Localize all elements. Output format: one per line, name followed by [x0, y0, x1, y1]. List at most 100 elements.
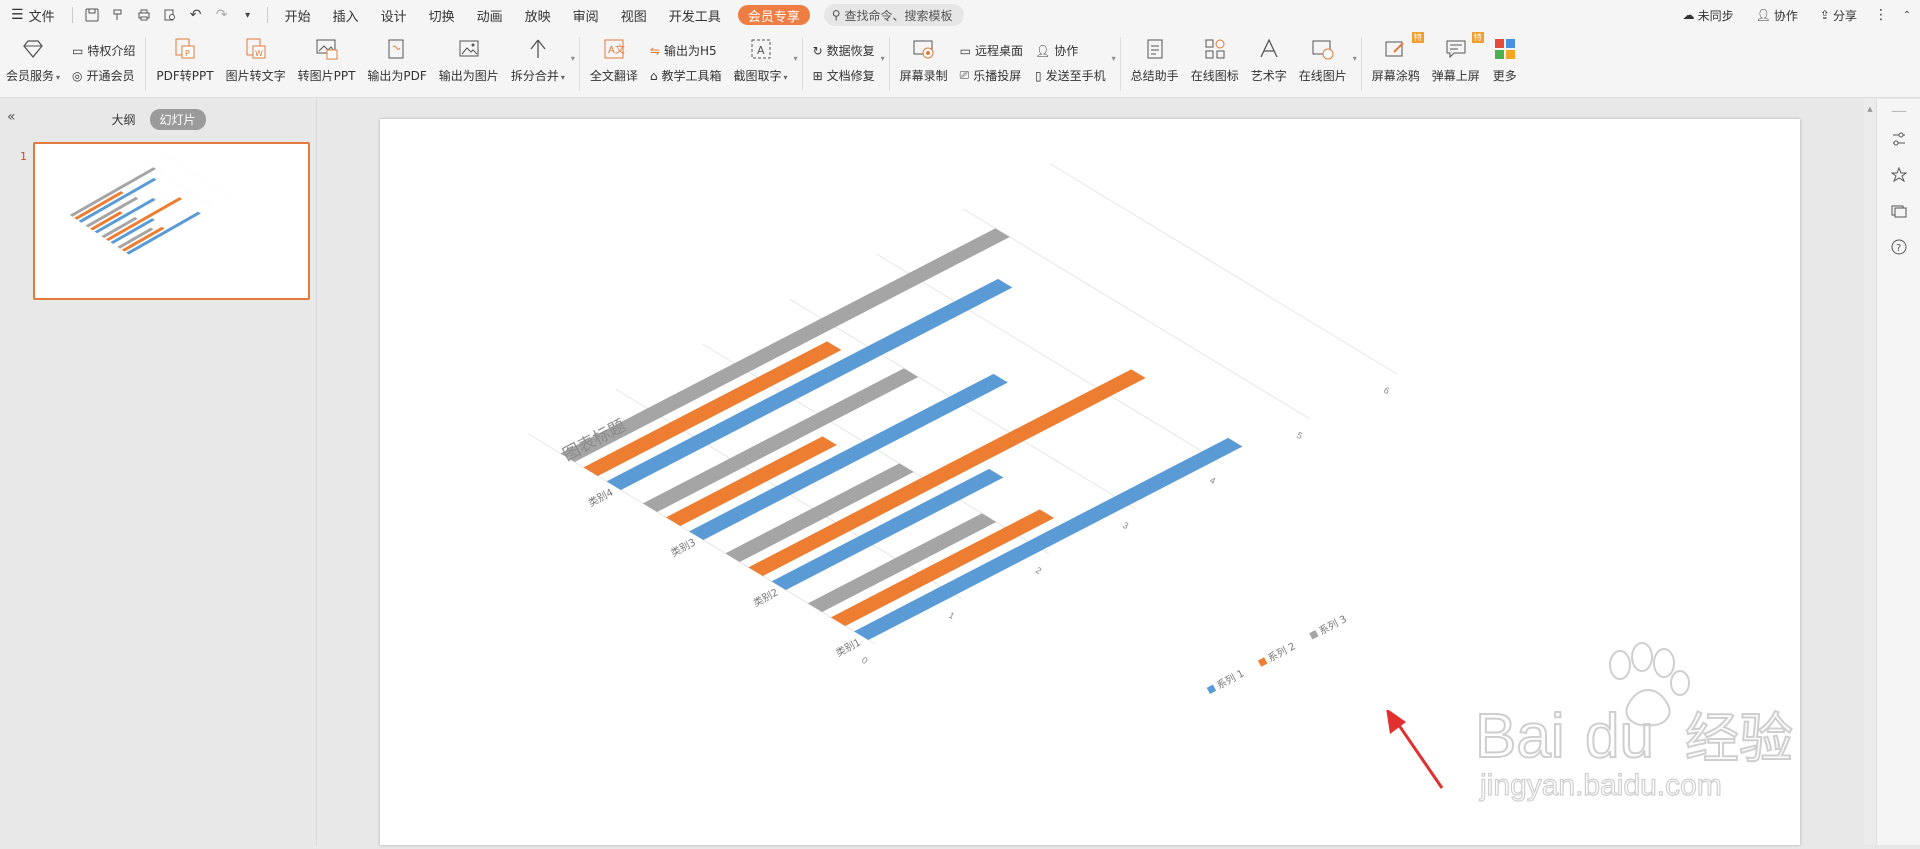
- ribbon-overflow-icon[interactable]: ▾: [1112, 30, 1116, 63]
- pdf-to-ppt-button[interactable]: P PDF转PPT: [150, 30, 219, 98]
- ribbon-overflow-icon[interactable]: ▾: [1353, 30, 1357, 63]
- remote-desktop-button[interactable]: ▭ 远程桌面: [960, 42, 1023, 59]
- tab-review[interactable]: 审阅: [562, 0, 610, 30]
- screen-doodle-button[interactable]: 屏幕涂鸦 特: [1366, 30, 1426, 98]
- apps-grid-icon: [1492, 36, 1518, 62]
- doc-icon: ▭: [72, 43, 84, 58]
- export-h5-label: 输出为H5: [663, 44, 717, 58]
- slide-number: 1: [20, 150, 27, 163]
- summary-assistant-button[interactable]: 总结助手: [1125, 30, 1185, 98]
- slide-switch-icon[interactable]: [1877, 193, 1920, 229]
- image-to-text-button[interactable]: W 图片转文字: [220, 30, 292, 98]
- tab-design[interactable]: 设计: [370, 0, 418, 30]
- open-member-button[interactable]: ◎ 开通会员: [72, 67, 135, 84]
- customize-toolbar-icon[interactable]: ▾: [235, 0, 261, 30]
- doc-repair-label: 文档修复: [826, 69, 875, 83]
- screen-record-button[interactable]: 屏幕录制: [894, 30, 954, 98]
- data-recovery-button[interactable]: ↻ 数据恢复: [813, 42, 875, 59]
- chart[interactable]: 0123456类别1类别2类别3类别4图表标题系列 1系列 2系列 3: [380, 119, 1800, 845]
- doc-repair-button[interactable]: ⊞ 文档修复: [813, 67, 875, 84]
- screenshot-ocr-button[interactable]: A 截图取字 ▾: [728, 30, 794, 98]
- to-image-ppt-icon: [314, 36, 340, 62]
- undo-icon[interactable]: ↶: [183, 0, 209, 30]
- format-painter-icon[interactable]: [105, 0, 131, 30]
- online-icons-button[interactable]: 在线图标: [1185, 30, 1245, 98]
- tab-home[interactable]: 开始: [274, 0, 322, 30]
- tab-outline[interactable]: 大纲: [111, 111, 135, 128]
- export-h5-button[interactable]: ⇋ 输出为H5: [650, 42, 722, 59]
- word-art-button[interactable]: 艺术字: [1245, 30, 1293, 98]
- tab-vip[interactable]: 会员专享: [737, 5, 810, 25]
- file-menu-label: 文件: [28, 9, 55, 25]
- category-label: 类别2: [751, 586, 780, 610]
- to-image-ppt-button[interactable]: 转图片PPT: [292, 30, 362, 98]
- scroll-up-icon[interactable]: ▲: [1864, 105, 1876, 113]
- tab-animation[interactable]: 动画: [466, 0, 514, 30]
- y-tick-label: 6: [1382, 385, 1391, 396]
- slide-thumbnail[interactable]: [33, 142, 310, 300]
- member-service-label: 会员服务: [6, 69, 55, 83]
- comment-icon: [1443, 36, 1469, 62]
- share-button[interactable]: ⇪ 分享: [1809, 0, 1868, 30]
- panel-tabs: 大纲 幻灯片: [0, 108, 317, 130]
- print-preview-icon[interactable]: [157, 0, 183, 30]
- collab-label: 协作: [1773, 8, 1798, 23]
- tab-developer[interactable]: 开发工具: [658, 0, 732, 30]
- full-translate-button[interactable]: A文 全文翻译: [584, 30, 644, 98]
- ribbon-overflow-icon[interactable]: ▾: [881, 30, 885, 63]
- menu-bar: ☰ 文件 ↶ ↷ ▾ 开始 插入 设计 切换 动画 放映 审阅 视图 开发工具 …: [0, 0, 1920, 30]
- legend-swatch: [1257, 657, 1268, 667]
- teaching-tools-button[interactable]: ⌂ 教学工具箱: [650, 67, 722, 84]
- chart-bar: [121, 226, 165, 252]
- more-options-icon[interactable]: ⋮: [1868, 0, 1894, 30]
- search-box[interactable]: ⚲ 查找命令、搜索模板: [823, 4, 964, 26]
- tab-slides[interactable]: 幻灯片: [149, 108, 206, 130]
- caret-icon: ▾: [783, 73, 788, 82]
- divider: [801, 37, 803, 91]
- ribbon-overflow-icon[interactable]: ▾: [794, 30, 798, 63]
- split-merge-button[interactable]: 拆分合并 ▾: [505, 30, 571, 98]
- vertical-scrollbar[interactable]: ▲: [1864, 99, 1876, 845]
- help-icon[interactable]: ?: [1877, 229, 1920, 265]
- toolbox-icon: ⌂: [649, 68, 658, 83]
- danmaku-button[interactable]: 弹幕上屏 特: [1426, 30, 1486, 98]
- settings-sliders-icon[interactable]: [1877, 121, 1920, 157]
- export-pdf-icon: [384, 36, 410, 62]
- recovery-group: ↻ 数据恢复 ⊞ 文档修复: [807, 30, 881, 90]
- collab-ribbon-button[interactable]: 👤︎ 协作: [1035, 42, 1106, 59]
- print-icon[interactable]: [131, 0, 157, 30]
- export-image-button[interactable]: 输出为图片: [433, 30, 505, 98]
- tab-transition[interactable]: 切换: [418, 0, 466, 30]
- cast-screen-button[interactable]: ⎚ 乐播投屏: [960, 67, 1023, 84]
- save-icon[interactable]: [79, 0, 105, 30]
- search-icon: ⚲: [831, 8, 841, 22]
- special-badge: 特: [1471, 32, 1484, 43]
- share-icon: ⇪: [1819, 8, 1830, 22]
- animation-star-icon[interactable]: [1877, 157, 1920, 193]
- send-to-phone-button[interactable]: ▯ 发送至手机: [1035, 67, 1106, 84]
- divider: [1119, 37, 1121, 91]
- legend-label: 系列 3: [1317, 612, 1349, 637]
- sync-button[interactable]: ☁ 未同步: [1672, 0, 1745, 30]
- word-art-icon: [1256, 36, 1282, 62]
- category-label: 类别3: [668, 536, 697, 560]
- online-images-button[interactable]: 在线图片: [1293, 30, 1353, 98]
- more-button[interactable]: 更多: [1486, 30, 1524, 98]
- tab-slideshow[interactable]: 放映: [514, 0, 562, 30]
- split-merge-icon: [525, 36, 551, 62]
- y-tick-label: 5: [1295, 430, 1304, 441]
- file-menu[interactable]: ☰ 文件: [0, 0, 66, 30]
- ribbon-overflow-icon[interactable]: ▾: [571, 30, 575, 63]
- slide[interactable]: 0 1 2 3 4 5 6 类别1 类别2 类别3 类别4 图表标题 系列 1 系列 2 系列 3: [380, 119, 1800, 845]
- tab-insert[interactable]: 插入: [322, 0, 370, 30]
- collab-button[interactable]: 👤︎ 协作: [1745, 0, 1809, 30]
- collapse-ribbon-icon[interactable]: ⌃: [1894, 0, 1920, 30]
- tab-view[interactable]: 视图: [610, 0, 658, 30]
- special-badge: 特: [1411, 32, 1424, 43]
- redo-icon[interactable]: ↷: [209, 0, 235, 30]
- summary-assistant-label: 总结助手: [1130, 69, 1179, 83]
- member-service-button[interactable]: 会员服务 ▾: [0, 30, 66, 98]
- privilege-intro-button[interactable]: ▭ 特权介绍: [72, 42, 135, 59]
- export-pdf-button[interactable]: 输出为PDF: [361, 30, 432, 98]
- pdf-to-ppt-label: PDF转PPT: [156, 69, 214, 83]
